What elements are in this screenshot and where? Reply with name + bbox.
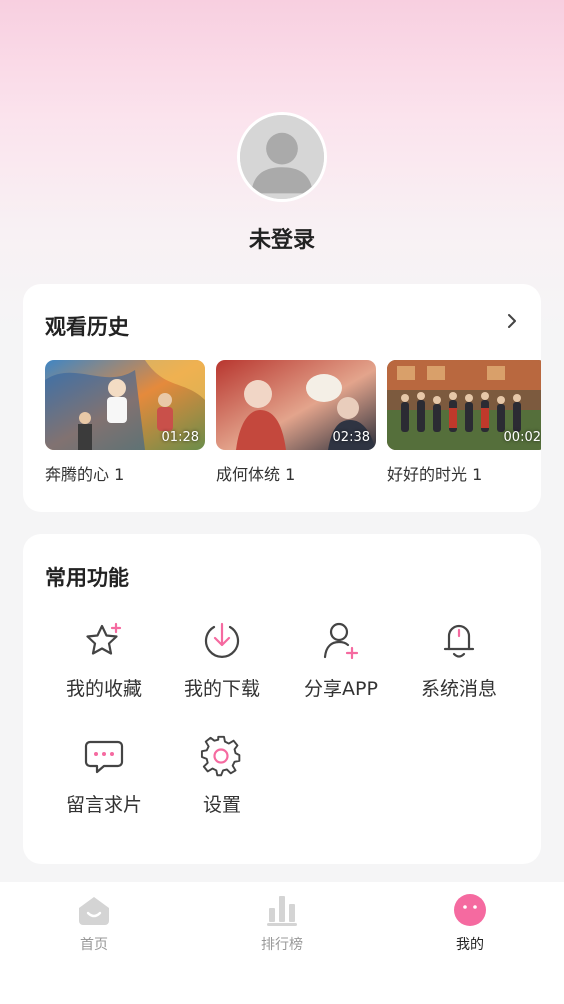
user-avatar[interactable] xyxy=(237,112,327,202)
user-plus-icon xyxy=(323,622,359,660)
download-icon xyxy=(204,622,240,658)
home-icon xyxy=(79,897,109,925)
video-duration: 01:28 xyxy=(161,430,199,445)
profile-face-icon xyxy=(454,894,486,926)
video-thumbnail[interactable]: 01:28 xyxy=(45,360,205,450)
ranking-icon xyxy=(267,896,297,926)
feature-label: 我的收藏 xyxy=(65,678,142,700)
feature-label: 留言求片 xyxy=(65,794,142,816)
common-features-title: 常用功能 xyxy=(45,566,129,590)
feature-label: 系统消息 xyxy=(420,678,497,700)
video-title[interactable]: 成何体统 1 xyxy=(216,461,376,485)
history-item[interactable]: 00:02 好好的时光 1 xyxy=(387,360,541,485)
feature-label: 我的下载 xyxy=(183,678,260,700)
feature-label: 设置 xyxy=(202,794,241,816)
feature-share-app[interactable]: 分享APP xyxy=(282,618,400,701)
feature-settings[interactable]: 设置 xyxy=(163,734,281,817)
bell-icon xyxy=(443,624,475,658)
video-duration: 00:02 xyxy=(503,430,541,445)
video-title[interactable]: 奔腾的心 1 xyxy=(45,461,205,485)
tab-label: 我的 xyxy=(456,937,484,953)
video-duration: 02:38 xyxy=(332,430,370,445)
history-item[interactable]: 01:28 奔腾的心 1 xyxy=(45,360,205,485)
tab-ranking[interactable]: 排行榜 xyxy=(227,892,337,954)
video-thumbnail[interactable]: 02:38 xyxy=(216,360,376,450)
tab-label: 首页 xyxy=(80,937,108,953)
watch-history-card: 观看历史 01:28 奔腾的心 1 02:38 成何体统 1 00:02 好好的… xyxy=(23,284,541,512)
tab-home[interactable]: 首页 xyxy=(39,892,149,954)
star-plus-icon xyxy=(86,622,122,655)
chevron-right-icon[interactable] xyxy=(503,311,521,331)
default-user-avatar-icon xyxy=(240,115,324,199)
common-features-card: 常用功能 我的收藏 我的下载 分享APP 系统消息 留言求片 设置 xyxy=(23,534,541,864)
watch-history-title: 观看历史 xyxy=(45,315,129,339)
tab-mine[interactable]: 我的 xyxy=(415,892,525,954)
bottom-tab-bar: 首页 排行榜 我的 xyxy=(0,882,564,1004)
feature-label: 分享APP xyxy=(304,678,378,700)
feature-favorites[interactable]: 我的收藏 xyxy=(45,618,163,701)
login-status-name[interactable]: 未登录 xyxy=(0,222,564,254)
settings-gear-icon xyxy=(200,735,241,777)
feature-request-video[interactable]: 留言求片 xyxy=(45,734,163,817)
history-item[interactable]: 02:38 成何体统 1 xyxy=(216,360,376,485)
history-list: 01:28 奔腾的心 1 02:38 成何体统 1 00:02 好好的时光 1 xyxy=(45,360,541,490)
tab-label: 排行榜 xyxy=(261,937,303,953)
message-icon xyxy=(84,740,124,774)
feature-system-messages[interactable]: 系统消息 xyxy=(400,618,518,701)
video-thumbnail[interactable]: 00:02 xyxy=(387,360,541,450)
video-title[interactable]: 好好的时光 1 xyxy=(387,461,541,485)
feature-downloads[interactable]: 我的下载 xyxy=(163,618,281,701)
